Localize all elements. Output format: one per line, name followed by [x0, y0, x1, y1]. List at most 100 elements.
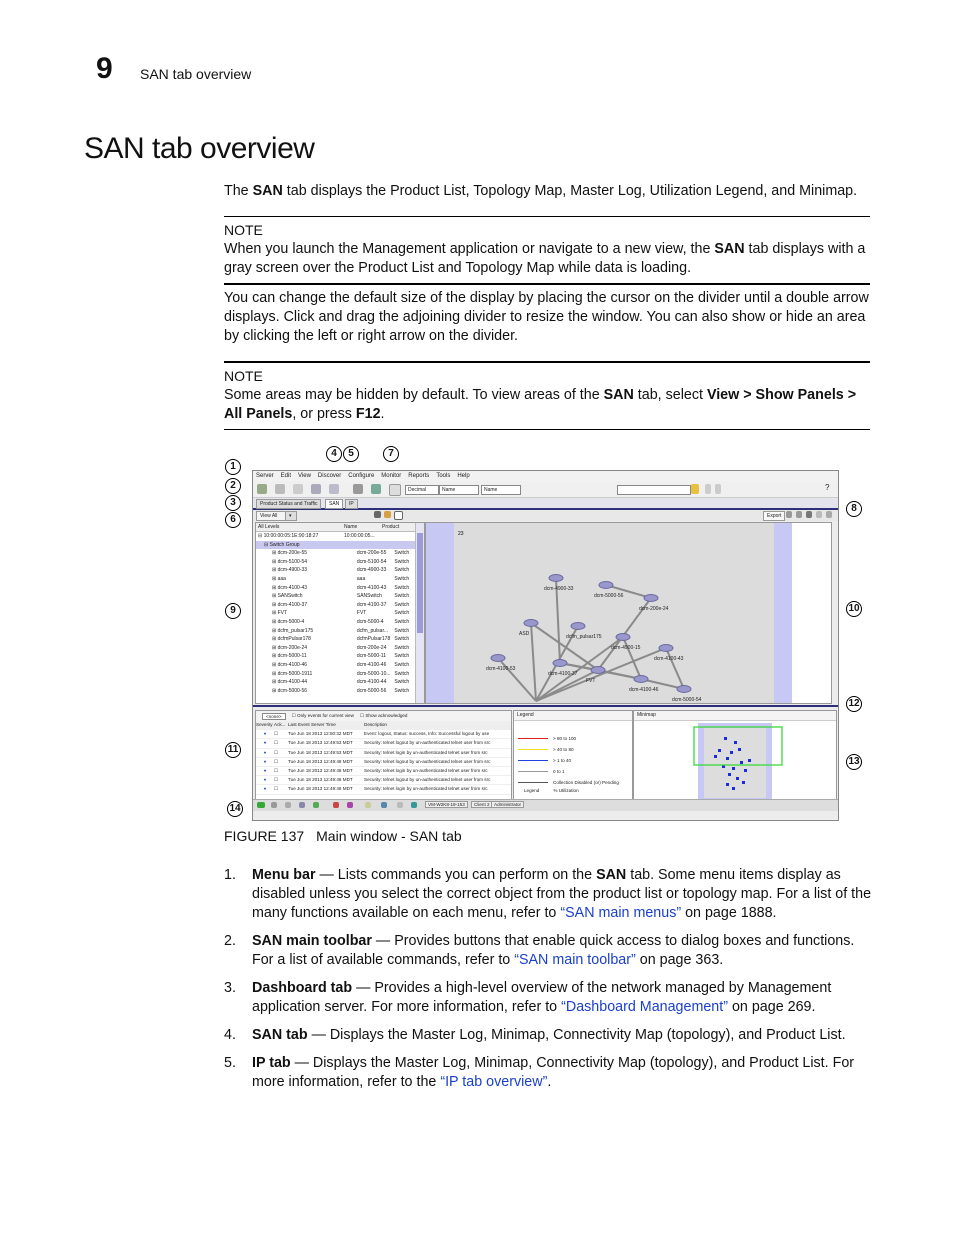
table-row[interactable]: ● ☐ Tue Jun 18 2013 12:49:46 MDT Security: …: [256, 776, 511, 786]
menu-help[interactable]: Help: [457, 473, 469, 479]
col-all-levels[interactable]: All Levels: [256, 523, 344, 531]
view-all-button[interactable]: View All: [256, 511, 286, 521]
search-icon[interactable]: [691, 484, 699, 494]
ack-checkbox[interactable]: ☐: [274, 739, 288, 747]
table-row[interactable]: ⊞ dcm-5000-1911 dcm-5000-10... Switch: [256, 670, 424, 679]
discover-icon[interactable]: [257, 484, 267, 494]
table-row[interactable]: ⊞ dcm-200e-24 dcm-200e-24 Switch: [256, 644, 424, 653]
sort-select[interactable]: Name: [481, 485, 521, 495]
table-row[interactable]: ● ☐ Tue Jun 18 2013 12:49:48 MDT Security: …: [256, 758, 511, 767]
table-row[interactable]: ⊞ dcm-200e-55 dcm-200e-55 Switch: [256, 549, 424, 558]
cross-reference-link[interactable]: “Dashboard Management”: [561, 999, 728, 1015]
folder-icon[interactable]: [381, 802, 387, 808]
minimap-canvas[interactable]: [634, 721, 834, 807]
topology-icon[interactable]: [371, 484, 381, 494]
menu-server[interactable]: Server: [256, 473, 274, 479]
up-arrow-icon[interactable]: [705, 484, 711, 494]
alert-icon[interactable]: [333, 802, 339, 808]
tab-ip[interactable]: IP: [345, 499, 358, 509]
ack-checkbox[interactable]: ☐: [274, 785, 288, 793]
cross-reference-link[interactable]: “SAN main toolbar”: [514, 952, 636, 968]
table-row[interactable]: ⊞ dcm-4100-46 dcm-4100-46 Switch: [256, 661, 424, 670]
table-row[interactable]: ● ☐ Tue Jun 18 2013 12:50:32 MDT Event: log…: [256, 730, 511, 740]
table-row[interactable]: ⊞ SANSwitch SANSwitch Switch: [256, 592, 424, 601]
network-icon[interactable]: [299, 802, 305, 808]
status-icon[interactable]: [313, 802, 319, 808]
table-row[interactable]: ⊞ aaa aaa Switch: [256, 575, 424, 584]
menu-reports[interactable]: Reports: [408, 473, 429, 479]
table-row[interactable]: ● ☐ Tue Jun 18 2013 12:49:53 MDT Security: …: [256, 749, 511, 758]
detach-icon[interactable]: [826, 511, 832, 518]
down-arrow-icon[interactable]: [715, 484, 721, 494]
menu-configure[interactable]: Configure: [348, 473, 374, 479]
format-select[interactable]: Decimal: [405, 485, 439, 495]
table-row[interactable]: ⊞ dcm-4100-37 dcm-4100-37 Switch: [256, 601, 424, 610]
menu-tools[interactable]: Tools: [436, 473, 450, 479]
globe-icon[interactable]: [411, 802, 417, 808]
ack-checkbox[interactable]: ☐: [274, 758, 288, 766]
scroll-thumb[interactable]: [417, 533, 423, 633]
col-time[interactable]: Last Event Server Time: [288, 721, 364, 729]
ack-checkbox[interactable]: ☐: [274, 776, 288, 784]
table-row[interactable]: ⊞ dcm-5000-11 dcm-5000-11 Switch: [256, 652, 424, 661]
table-row[interactable]: ⊞ FVT FVT Switch: [256, 609, 424, 618]
server-icon[interactable]: [271, 802, 277, 808]
table-row[interactable]: ⊞ dcm-5000-56 dcm-5000-56 Switch: [256, 687, 424, 696]
menu-discover[interactable]: Discover: [318, 473, 341, 479]
table-row[interactable]: ⊞ dcfm_pulsar175 dcfm_pulsar... Switch: [256, 627, 424, 636]
col-product[interactable]: Product: [382, 523, 412, 531]
tab-dashboard[interactable]: Product Status and Traffic: [256, 499, 322, 509]
table-row[interactable]: ⊟ Switch Group: [256, 540, 424, 550]
help-icon[interactable]: ?: [825, 483, 829, 492]
cross-reference-link[interactable]: “SAN main menus”: [560, 905, 681, 921]
connection-icon[interactable]: [257, 802, 265, 808]
user-icon[interactable]: [347, 802, 353, 808]
filter-icon[interactable]: [397, 802, 403, 808]
display-select[interactable]: Name: [439, 485, 479, 495]
product-list-scrollbar[interactable]: [415, 523, 424, 703]
zoom-in-icon[interactable]: [786, 511, 792, 518]
ack-checkbox[interactable]: ☐: [274, 767, 288, 775]
ack-checkbox[interactable]: ☐: [274, 730, 288, 738]
connect-icon[interactable]: [329, 484, 339, 494]
settings-icon[interactable]: [285, 802, 291, 808]
tab-san[interactable]: SAN: [325, 499, 344, 509]
sort-icon[interactable]: [384, 511, 391, 518]
show-ack-checkbox[interactable]: ☐ Show acknowledged: [360, 713, 408, 719]
table-row[interactable]: ● ☐ Tue Jun 18 2013 12:49:53 MDT Security: …: [256, 739, 511, 749]
collapse-icon[interactable]: [394, 511, 403, 520]
menu-view[interactable]: View: [298, 473, 311, 479]
filter-select[interactable]: <none>: [262, 712, 286, 720]
layout-icon[interactable]: [816, 511, 822, 518]
col-description[interactable]: Description: [364, 721, 504, 729]
fit-to-window-icon[interactable]: [806, 511, 812, 518]
only-current-checkbox[interactable]: ☐ Only events for current view: [292, 713, 354, 719]
ack-checkbox[interactable]: ☐: [274, 749, 288, 757]
properties-icon[interactable]: [275, 484, 285, 494]
table-row[interactable]: ⊟ 10:00:00:05:1E:90:18:27 10:00:00:05...: [256, 532, 424, 541]
expand-icon[interactable]: [374, 511, 381, 518]
menu-edit[interactable]: Edit: [281, 473, 291, 479]
col-severity[interactable]: Severity: [256, 721, 274, 729]
table-row[interactable]: ⊞ dcm-5100-54 dcm-5100-54 Switch: [256, 558, 424, 567]
table-row[interactable]: ● ☐ Tue Jun 18 2013 12:49:46 MDT Security: …: [256, 785, 511, 795]
search-log-icon[interactable]: [365, 802, 371, 808]
menu-monitor[interactable]: Monitor: [381, 473, 401, 479]
col-ack[interactable]: Ack...: [274, 721, 288, 729]
monitor-icon[interactable]: [353, 484, 363, 494]
zoning-icon[interactable]: [311, 484, 321, 494]
copy-icon[interactable]: [389, 484, 401, 496]
view-dropdown-icon[interactable]: ▾: [285, 511, 297, 521]
table-row[interactable]: ● ☐ Tue Jun 18 2013 12:49:48 MDT Security: …: [256, 767, 511, 777]
table-row[interactable]: ⊞ dcm-4100-43 dcm-4100-43 Switch: [256, 584, 424, 593]
table-row[interactable]: ⊞ dcfmPulsar178 dcfmPulsar178 Switch: [256, 635, 424, 644]
topology-canvas[interactable]: dcm-4900-33 dcm-5000-56 dcm-200e-24 ASD dcfm…: [426, 523, 831, 703]
zoom-out-icon[interactable]: [796, 511, 802, 518]
cross-reference-link[interactable]: “IP tab overview”: [440, 1074, 547, 1090]
col-name[interactable]: Name: [344, 523, 382, 531]
table-row[interactable]: ⊞ dcm-4100-44 dcm-4100-44 Switch: [256, 678, 424, 687]
search-input[interactable]: [617, 485, 691, 495]
table-row[interactable]: ⊞ dcm-5000-4 dcm-5000-4 Switch: [256, 618, 424, 627]
table-row[interactable]: ⊞ dcm-4900-33 dcm-4900-33 Switch: [256, 566, 424, 575]
export-button[interactable]: Export: [763, 511, 786, 521]
